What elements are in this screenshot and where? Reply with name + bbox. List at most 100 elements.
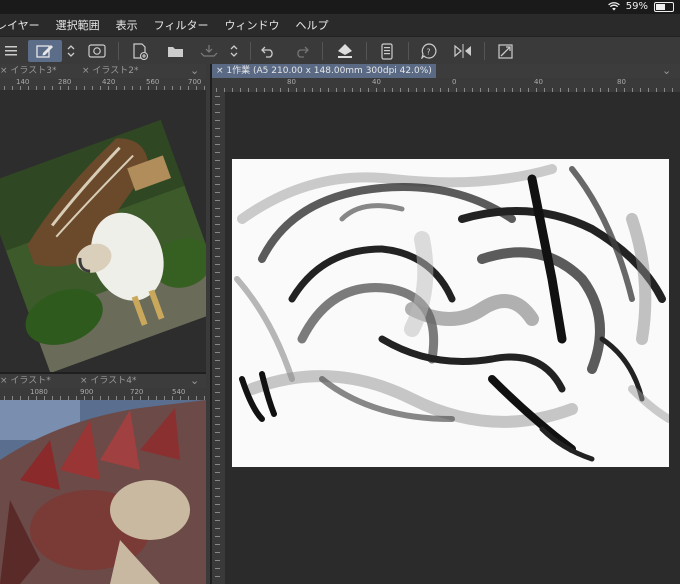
ruler-tick (215, 512, 220, 513)
reference-photo-eagle[interactable] (0, 90, 206, 372)
subview-top-canvas[interactable] (0, 90, 206, 372)
resize-icon (497, 43, 513, 59)
main-tabbar-chevron-icon[interactable]: ⌄ (662, 64, 671, 78)
hamburger-icon (5, 46, 17, 56)
updown-chevron-icon (67, 45, 75, 57)
ruler-tick (215, 216, 220, 217)
ruler-tick (215, 376, 220, 377)
ruler-tick (215, 576, 220, 577)
ruler-tick (215, 312, 220, 313)
ruler-tick (215, 304, 220, 305)
ruler-tick (215, 152, 220, 153)
hamburger-menu-button[interactable] (2, 40, 20, 62)
ruler-tick (215, 96, 220, 97)
battery-percent: 59% (625, 1, 648, 12)
sketch-drawing[interactable] (232, 159, 669, 467)
help-button[interactable]: ? (418, 40, 440, 62)
main-vertical-ruler (212, 92, 225, 584)
device-button[interactable] (376, 40, 398, 62)
transform-button[interactable] (494, 40, 516, 62)
ruler-tick (215, 392, 220, 393)
subview-tab-illust4[interactable]: × イラスト4* (80, 374, 136, 388)
quick-access-button[interactable] (28, 40, 62, 62)
subview-tab-illust[interactable]: × イラスト* (0, 374, 51, 388)
ruler-tick (215, 296, 220, 297)
ruler-tick (215, 160, 220, 161)
subview-bottom-chevron-icon[interactable]: ⌄ (190, 374, 199, 388)
open-file-button[interactable] (164, 40, 186, 62)
status-bar: 59% (0, 0, 680, 14)
subview-top-chevron-icon[interactable]: ⌄ (190, 64, 199, 78)
toolbar-separator (366, 42, 367, 60)
menu-view[interactable]: 表示 (116, 17, 138, 33)
fill-bucket-button[interactable] (334, 40, 356, 62)
subview-tab-illust2[interactable]: × イラスト2* (82, 64, 138, 78)
menu-layer[interactable]: レイヤー (0, 17, 40, 33)
companion-mode-button[interactable] (86, 40, 108, 62)
subview-bottom-ruler: 1080 900 720 540 (0, 388, 206, 400)
menu-bar: レイヤー 選択範囲 表示 フィルター ウィンドウ ヘルプ (0, 14, 680, 36)
toolbar-separator (484, 42, 485, 60)
ruler-tick (215, 232, 220, 233)
ruler-tick (215, 176, 220, 177)
ruler-tick (215, 488, 220, 489)
bucket-fill-icon (338, 44, 352, 58)
command-bar: ? (0, 36, 680, 66)
ruler-tick (215, 552, 220, 553)
subview-bottom-canvas[interactable] (0, 400, 206, 584)
redo-button[interactable] (292, 40, 312, 62)
undo-button[interactable] (258, 40, 278, 62)
subview-top-tabbar: × イラスト3* × イラスト2* ⌄ (0, 64, 206, 78)
status-right: 59% (607, 1, 674, 12)
ruler-tick (215, 536, 220, 537)
ruler-tick (215, 288, 220, 289)
ruler-tick (215, 480, 220, 481)
ruler-tick (215, 568, 220, 569)
ruler-tick (215, 496, 220, 497)
menu-window[interactable]: ウィンドウ (224, 17, 279, 33)
ruler-tick (215, 424, 220, 425)
drawing-paper[interactable] (232, 159, 669, 467)
tab-close-icon[interactable]: × (216, 66, 224, 76)
reference-photo-monster[interactable] (0, 400, 206, 584)
ruler-tick (215, 248, 220, 249)
menu-help[interactable]: ヘルプ (295, 17, 328, 33)
ruler-tick (215, 352, 220, 353)
ruler-tick (215, 416, 220, 417)
ruler-tick (215, 344, 220, 345)
updown-chevron-icon (230, 45, 238, 57)
updown-stepper[interactable] (64, 40, 78, 62)
menu-selection[interactable]: 選択範囲 (56, 17, 100, 33)
ruler-tick (215, 368, 220, 369)
ruler-tick (215, 504, 220, 505)
toolbar-separator (322, 42, 323, 60)
main-tab-sagyou[interactable]: × 1作業 (A5 210.00 x 148.00mm 300dpi 42.0%… (212, 64, 436, 78)
tablet-icon (381, 42, 393, 60)
ruler-tick (215, 408, 220, 409)
save-stepper[interactable] (227, 40, 241, 62)
ruler-tick (215, 240, 220, 241)
ruler-tick (215, 280, 220, 281)
subview-top-ruler: 140 280 420 560 700 (0, 78, 206, 90)
subview-tab-illust3[interactable]: × イラスト3* (0, 64, 56, 78)
ruler-tick (215, 320, 220, 321)
ruler-tick (215, 192, 220, 193)
ruler-tick (215, 104, 220, 105)
ruler-tick (215, 520, 220, 521)
ruler-tick (215, 432, 220, 433)
flip-horizontal-icon (454, 44, 471, 58)
redo-icon (297, 46, 309, 58)
save-button[interactable] (198, 40, 220, 62)
ruler-tick (215, 200, 220, 201)
ruler-tick (215, 400, 220, 401)
ruler-tick (215, 440, 220, 441)
flip-horizontal-button[interactable] (452, 40, 474, 62)
ruler-tick (215, 328, 220, 329)
new-file-button[interactable] (128, 40, 152, 62)
main-horizontal-ruler: 80 40 0 40 80 (212, 78, 680, 92)
menu-filter[interactable]: フィルター (154, 17, 209, 33)
ruler-tick (215, 272, 220, 273)
companion-icon (88, 44, 106, 58)
main-tabbar: × 1作業 (A5 210.00 x 148.00mm 300dpi 42.0%… (212, 64, 680, 78)
new-file-icon (133, 42, 148, 60)
